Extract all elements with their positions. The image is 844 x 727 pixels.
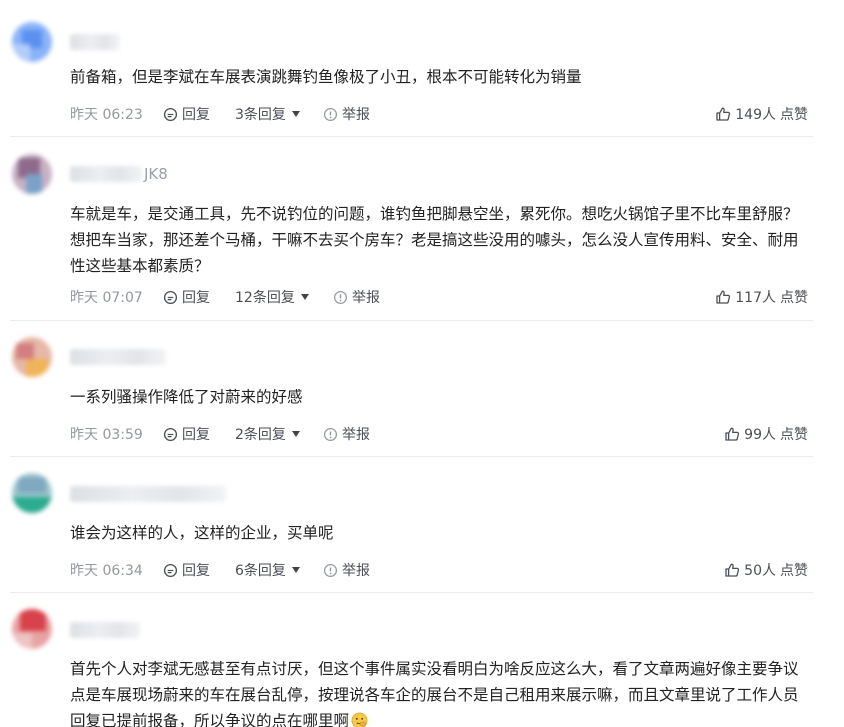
comment-meta: 昨天 06:23 回复 3条回复 举报 149人 点赞 <box>70 105 810 125</box>
comment-list: 前备箱，但是李斌在车展表演跳舞钓鱼像极了小丑，根本不可能转化为销量 昨天 06:… <box>0 0 844 727</box>
warning-circle-icon <box>333 290 348 305</box>
replies-toggle[interactable]: 12条回复 <box>235 288 309 308</box>
avatar[interactable] <box>12 609 52 649</box>
report-button[interactable]: 举报 <box>323 561 370 581</box>
reply-button[interactable]: 回复 <box>163 105 210 125</box>
replies-toggle[interactable]: 2条回复 <box>235 425 300 445</box>
thumbs-up-icon <box>725 563 740 577</box>
comment-time: 昨天 06:34 <box>70 563 143 579</box>
comment-text: 谁会为这样的人，这样的企业，买单呢 <box>70 524 334 542</box>
username[interactable] <box>70 347 166 365</box>
like-label: 点赞 <box>780 107 808 123</box>
comment-bubble-icon <box>163 427 178 442</box>
username[interactable]: JK8 <box>70 164 168 183</box>
replies-toggle[interactable]: 3条回复 <box>235 105 300 125</box>
avatar[interactable] <box>12 22 52 62</box>
comment-meta: 昨天 03:59 回复 2条回复 举报 99人 点赞 <box>70 425 810 445</box>
like-count: 117人 <box>735 290 776 306</box>
comment-meta: 昨天 06:34 回复 6条回复 举报 50人 点赞 <box>70 561 810 581</box>
username-tail: JK8 <box>144 164 168 183</box>
comment-item: JK8 车就是车，是交通工具，先不说钓位的问题，谁钓鱼把脚悬空坐，累死你。想吃火… <box>10 136 813 321</box>
comment-bubble-icon <box>163 290 178 305</box>
thumbs-up-icon <box>716 107 731 121</box>
reply-button[interactable]: 回复 <box>163 425 210 445</box>
like-button[interactable]: 117人 点赞 <box>715 288 808 308</box>
reply-label: 回复 <box>182 107 210 123</box>
comment-time: 昨天 07:07 <box>70 290 143 306</box>
reply-label: 回复 <box>182 427 210 443</box>
like-label: 点赞 <box>780 563 808 579</box>
like-count: 99人 <box>744 427 776 443</box>
caret-down-icon <box>291 111 300 117</box>
replies-toggle[interactable]: 6条回复 <box>235 561 300 581</box>
comment-item: 一系列骚操作降低了对蔚来的好感 昨天 03:59 回复 2条回复 举报 99人点… <box>10 321 813 457</box>
report-button[interactable]: 举报 <box>323 105 370 125</box>
thumbs-up-icon <box>716 290 731 304</box>
comment-item: 前备箱，但是李斌在车展表演跳舞钓鱼像极了小丑，根本不可能转化为销量 昨天 06:… <box>10 0 813 137</box>
reply-label: 回复 <box>182 290 210 306</box>
like-button[interactable]: 99人 点赞 <box>724 425 808 445</box>
comment-meta: 昨天 07:07 回复 12条回复 举报 117人 点赞 <box>70 288 810 308</box>
username[interactable] <box>70 32 120 50</box>
avatar[interactable] <box>12 473 52 513</box>
comment-item: 谁会为这样的人，这样的企业，买单呢 昨天 06:34 回复 6条回复 举报 50… <box>10 457 813 593</box>
comment-time: 昨天 06:23 <box>70 107 143 123</box>
comment-bubble-icon <box>163 563 178 578</box>
warning-circle-icon <box>323 427 338 442</box>
comment-text: 一系列骚操作降低了对蔚来的好感 <box>70 388 303 406</box>
username[interactable] <box>70 620 140 638</box>
replies-count: 2条回复 <box>235 427 286 443</box>
avatar[interactable] <box>12 154 52 194</box>
report-label: 举报 <box>342 563 370 579</box>
thumbs-up-icon <box>725 427 740 441</box>
replies-count: 6条回复 <box>235 563 286 579</box>
comment-item: 首先个人对李斌无感甚至有点讨厌，但这个事件属实没看明白为啥反应这么大，看了文章两… <box>10 593 813 727</box>
reply-button[interactable]: 回复 <box>163 561 210 581</box>
comment-bubble-icon <box>163 107 178 122</box>
like-count: 149人 <box>735 107 776 123</box>
like-label: 点赞 <box>780 427 808 443</box>
like-count: 50人 <box>744 563 776 579</box>
warning-circle-icon <box>323 563 338 578</box>
report-label: 举报 <box>342 107 370 123</box>
caret-down-icon <box>300 294 309 300</box>
warning-circle-icon <box>323 107 338 122</box>
report-button[interactable]: 举报 <box>323 425 370 445</box>
report-button[interactable]: 举报 <box>333 288 380 308</box>
reply-button[interactable]: 回复 <box>163 288 210 308</box>
comment-text-body: 首先个人对李斌无感甚至有点讨厌，但这个事件属实没看明白为啥反应这么大，看了文章两… <box>70 660 799 727</box>
username[interactable] <box>70 484 226 502</box>
comment-time: 昨天 03:59 <box>70 427 143 443</box>
reply-label: 回复 <box>182 563 210 579</box>
thinking-face-emoji <box>351 712 368 727</box>
caret-down-icon <box>291 567 300 573</box>
like-label: 点赞 <box>780 290 808 306</box>
report-label: 举报 <box>342 427 370 443</box>
like-button[interactable]: 50人 点赞 <box>724 561 808 581</box>
comment-text: 车就是车，是交通工具，先不说钓位的问题，谁钓鱼把脚悬空坐，累死你。想吃火锅馆子里… <box>70 205 799 275</box>
caret-down-icon <box>291 431 300 437</box>
report-label: 举报 <box>352 290 380 306</box>
comment-text: 首先个人对李斌无感甚至有点讨厌，但这个事件属实没看明白为啥反应这么大，看了文章两… <box>70 656 810 727</box>
comment-text: 前备箱，但是李斌在车展表演跳舞钓鱼像极了小丑，根本不可能转化为销量 <box>70 68 582 86</box>
replies-count: 12条回复 <box>235 290 295 306</box>
like-button[interactable]: 149人 点赞 <box>715 105 808 125</box>
replies-count: 3条回复 <box>235 107 286 123</box>
avatar[interactable] <box>12 337 52 377</box>
